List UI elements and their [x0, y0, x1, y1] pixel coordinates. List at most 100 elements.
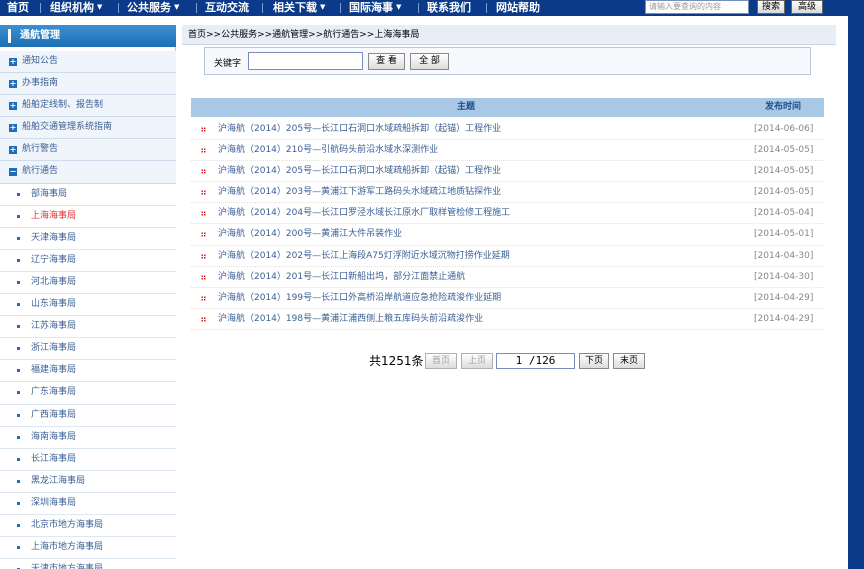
notice-title-link[interactable]: 沪海航（2014）204号—长江口罗泾水域长江原水厂取样管检修工程施工 [218, 203, 510, 223]
sidebar-subitem[interactable]: 广东海事局 [0, 382, 176, 405]
table-header: 主题 发布时间 [191, 98, 824, 117]
nav-separator [196, 3, 197, 13]
bullet-icon [17, 236, 20, 240]
nav-help[interactable]: 网站帮助 [496, 0, 540, 16]
column-subject: 主题 [456, 102, 475, 112]
bullet-icon [17, 303, 20, 307]
sidebar-subitem[interactable]: 江苏海事局 [0, 316, 176, 339]
notice-title-link[interactable]: 沪海航（2014）201号—长江口新船出坞，部分江面禁止通航 [218, 267, 465, 287]
notice-date: [2014-04-30] [754, 271, 814, 282]
list-item: 沪海航（2014）200号—黄浦江大件吊装作业 [2014-05-01] [191, 224, 824, 246]
sidebar-section[interactable]: + 办事指南 [0, 73, 176, 96]
sidebar-section[interactable]: + 船舶定线制、报告制 [0, 95, 176, 118]
bullet-icon [201, 127, 206, 132]
nav-separator [340, 3, 341, 13]
sidebar-subitem[interactable]: 海南海事局 [0, 426, 176, 449]
bullet-icon [201, 274, 206, 280]
keyword-input[interactable] [248, 52, 363, 70]
nav-international[interactable]: 国际海事 ▼ [349, 0, 401, 16]
notice-list: 沪海航（2014）205号—长江口石洞口水域疏船拆卸（起锚）工程作业 [2014-… [191, 119, 824, 330]
expand-icon: + [9, 57, 17, 66]
sidebar-section-label: 船舶交通管理系统指南 [22, 122, 113, 133]
bullet-icon [17, 347, 20, 351]
last-page-button[interactable]: 末页 [613, 353, 645, 369]
sidebar-subitem[interactable]: 上海市地方海事局 [0, 537, 176, 560]
right-edge-bar [848, 16, 864, 569]
notice-title-link[interactable]: 沪海航（2014）202号—长江上海段A75灯浮附近水域沉物打捞作业延期 [218, 246, 510, 266]
nav-contact-label: 联系我们 [427, 1, 471, 14]
prev-page-button[interactable]: 上页 [461, 353, 493, 369]
expand-icon: + [9, 123, 17, 133]
notice-date: [2014-04-29] [754, 292, 814, 303]
bullet-icon [17, 258, 20, 262]
nav-home[interactable]: 首页 [7, 0, 29, 16]
sidebar-subitem[interactable]: 天津市地方海事局 [0, 559, 176, 569]
sidebar-section[interactable]: + 航行警告 [0, 139, 176, 162]
bullet-icon [201, 169, 206, 175]
sidebar-section[interactable]: + 通知公告 [0, 51, 176, 74]
sidebar-subitem[interactable]: 深圳海事局 [0, 492, 176, 515]
sidebar-section[interactable]: + 船舶交通管理系统指南 [0, 117, 176, 140]
total-count: 共1251条 [369, 354, 424, 368]
sidebar-subitem[interactable]: 河北海事局 [0, 271, 176, 295]
sidebar-section-label: 航行通告 [22, 166, 59, 177]
sidebar-subitem[interactable]: 上海海事局 [0, 205, 176, 228]
page-number-input[interactable]: 1 /126 [496, 353, 575, 369]
sidebar-subitem[interactable]: 辽宁海事局 [0, 249, 176, 272]
notice-title-link[interactable]: 沪海航（2014）199号—长江口外高桥沿岸航道应急抢险疏浚作业延期 [218, 288, 501, 308]
bullet-icon [201, 232, 206, 238]
chevron-down-icon: ▼ [320, 3, 326, 11]
sidebar-subitem[interactable]: 部海事局 [0, 183, 176, 206]
show-all-button[interactable]: 全 部 [410, 53, 449, 70]
notice-title-link[interactable]: 沪海航（2014）205号—长江口石洞口水域疏船拆卸（起锚）工程作业 [218, 119, 501, 139]
sidebar-subitem-label: 天津海事局 [31, 232, 77, 243]
site-search-input[interactable]: 请输入要查询的内容 [645, 0, 749, 14]
expand-icon: + [9, 79, 17, 89]
notice-title-link[interactable]: 沪海航（2014）205号—长江口石洞口水域疏船拆卸（起锚）工程作业 [218, 161, 501, 181]
sidebar: 通航管理 + 通知公告 + 办事指南 + 船舶定线制、报告制 + 船舶交通管理系统指南 + 航行警… [0, 25, 176, 569]
notice-title-link[interactable]: 沪海航（2014）200号—黄浦江大件吊装作业 [218, 224, 402, 244]
notice-title-link[interactable]: 沪海航（2014）210号—引航码头前沿水域水深测作业 [218, 140, 438, 160]
sidebar-section-label: 通知公告 [22, 56, 59, 66]
sidebar-subitem[interactable]: 长江海事局 [0, 448, 176, 471]
sidebar-subitem[interactable]: 浙江海事局 [0, 338, 176, 361]
bullet-icon [17, 214, 20, 218]
view-button[interactable]: 查 看 [368, 53, 405, 70]
sidebar-subitem[interactable]: 福建海事局 [0, 360, 176, 383]
sidebar-subitem[interactable]: 天津海事局 [0, 227, 176, 250]
bullet-icon [201, 148, 206, 154]
sidebar-subitem-label: 广东海事局 [31, 387, 77, 398]
sidebar-subitem[interactable]: 山东海事局 [0, 294, 176, 317]
keyword-search-panel: 关键字 查 看 全 部 [204, 47, 811, 75]
notice-date: [2014-04-30] [754, 250, 814, 261]
sidebar-subitem-label: 广西海事局 [31, 409, 77, 420]
bullet-icon [201, 190, 206, 196]
nav-organization[interactable]: 组织机构 ▼ [50, 0, 102, 16]
next-page-button[interactable]: 下页 [579, 353, 609, 369]
list-item: 沪海航（2014）210号—引航码头前沿水域水深测作业 [2014-05-05] [191, 140, 824, 162]
notice-title-link[interactable]: 沪海航（2014）198号—黄浦江浦西侧上粮五库码头前沿疏浚作业 [218, 309, 483, 329]
bullet-icon [17, 391, 20, 395]
chevron-down-icon: ▼ [396, 3, 402, 11]
bullet-icon [17, 501, 20, 505]
advanced-search-button[interactable]: 高级 [791, 0, 823, 14]
sidebar-subitem[interactable]: 北京市地方海事局 [0, 514, 176, 538]
first-page-button[interactable]: 首页 [425, 353, 457, 369]
bullet-icon [17, 546, 20, 550]
notice-date: [2014-04-29] [754, 313, 814, 324]
sidebar-subitem[interactable]: 广西海事局 [0, 404, 176, 427]
nav-downloads[interactable]: 相关下载 ▼ [273, 0, 325, 16]
nav-interaction[interactable]: 互动交流 [205, 0, 249, 16]
site-search-button[interactable]: 搜索 [757, 0, 785, 14]
nav-separator [418, 3, 419, 13]
list-item: 沪海航（2014）202号—长江上海段A75灯浮附近水域沉物打捞作业延期 [201… [191, 246, 824, 267]
bullet-icon [201, 295, 206, 301]
sidebar-subitem-label: 部海事局 [31, 188, 68, 199]
bullet-icon [17, 435, 20, 439]
sidebar-subitem[interactable]: 黑龙江海事局 [0, 470, 176, 493]
nav-public-service[interactable]: 公共服务 ▼ [127, 0, 179, 16]
nav-contact[interactable]: 联系我们 [427, 0, 471, 16]
notice-title-link[interactable]: 沪海航（2014）203号—黄浦江下游军工路码头水域疏江地质钻探作业 [218, 182, 501, 202]
sidebar-section[interactable]: − 航行通告 [0, 161, 176, 184]
sidebar-section-label: 船舶定线制、报告制 [22, 100, 104, 111]
